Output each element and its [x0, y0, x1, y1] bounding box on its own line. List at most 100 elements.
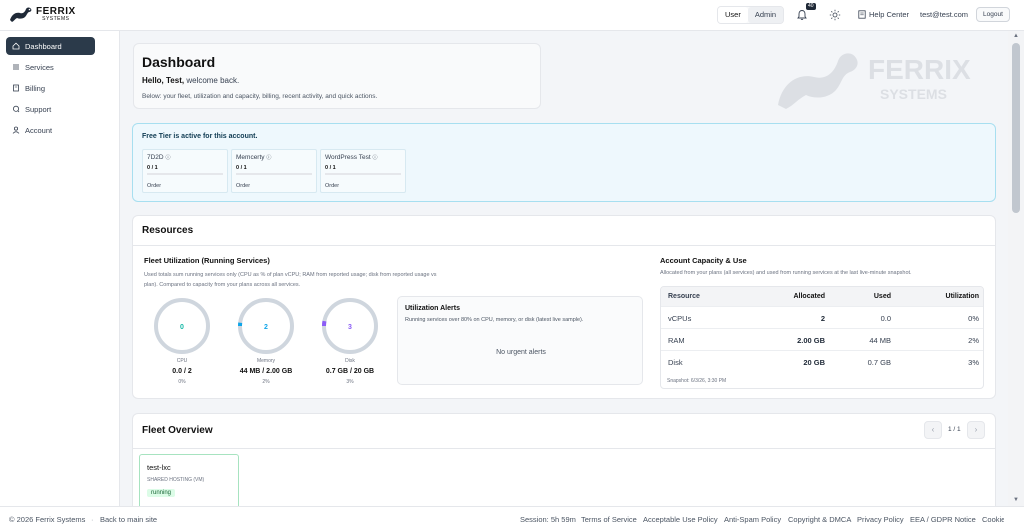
service-type: SHARED HOSTING (VM) [147, 477, 205, 483]
sidebar-item-label: Billing [25, 83, 46, 93]
scroll-down-arrow-icon[interactable]: ▼ [1012, 497, 1020, 503]
divider [133, 448, 995, 449]
scrollbar-thumb[interactable] [1012, 43, 1020, 213]
tile-name: Memcerty ⓘ [236, 154, 272, 161]
footer-separator: · [91, 515, 94, 524]
tile-count: 0 / 1 [236, 165, 247, 171]
service-card[interactable]: test-lxc SHARED HOSTING (VM) running [139, 454, 239, 506]
tile-name: 7D2D ⓘ [147, 154, 171, 161]
ring-value: 44 MB / 2.00 GB [239, 368, 293, 375]
info-icon: ⓘ [266, 155, 272, 161]
tile-name: WordPress Test ⓘ [325, 154, 378, 161]
table-row: RAM 2.00 GB 44 MB 2% [661, 329, 983, 351]
watermark-line2: SYSTEMS [880, 86, 947, 102]
sidebar-item-label: Account [25, 125, 53, 135]
welcome-message: Hello, Test, welcome back. [142, 76, 239, 85]
utilization-ring: 3 [322, 298, 378, 354]
help-center-link[interactable]: Help Center [858, 10, 909, 19]
table-header-row: Resource Allocated Used Utilization [661, 287, 983, 307]
sidebar-item-dashboard[interactable]: Dashboard [6, 37, 95, 55]
role-admin-button[interactable]: Admin [747, 7, 784, 23]
footer-link-terms[interactable]: Terms of Service [581, 515, 637, 524]
table-row: Disk 20 GB 0.7 GB 3% [661, 351, 983, 373]
snapshot-timestamp: Snapshot: 6/3/26, 3:30 PM [667, 378, 727, 384]
table-cell: 20 GB [803, 358, 825, 367]
table-cell: 2% [968, 336, 979, 345]
logout-button[interactable]: Logout [976, 7, 1010, 22]
info-icon: ⓘ [165, 155, 171, 161]
ring-label: Disk [345, 358, 355, 364]
table-cell: RAM [668, 336, 685, 345]
welcome-card: Dashboard Hello, Test, welcome back. Bel… [133, 43, 541, 109]
column-header: Allocated [793, 293, 825, 300]
fleet-overview-card: Fleet Overview ‹ 1 / 1 › test-lxc SHARED… [132, 413, 996, 506]
footer-link-cookie[interactable]: Cookie Notice [982, 515, 1004, 524]
sidebar-item-billing[interactable]: Billing [6, 79, 95, 97]
page-title: Dashboard [142, 54, 216, 70]
ring-value: 0.0 / 2 [172, 368, 192, 375]
table-cell: 44 MB [869, 336, 891, 345]
sidebar-item-label: Support [25, 104, 52, 114]
tile-order-link[interactable]: Order [147, 183, 161, 189]
scroll-up-arrow-icon[interactable]: ▲ [1012, 33, 1020, 39]
sidebar-item-services[interactable]: Services [6, 58, 95, 76]
back-to-main-link[interactable]: Back to main site [100, 515, 157, 524]
service-name: test-lxc [147, 463, 171, 472]
copyright-text: © 2026 Ferrix Systems [9, 515, 86, 524]
utilization-alerts-panel: Utilization Alerts Running services over… [397, 296, 643, 385]
user-icon [12, 126, 20, 134]
session-timer: Session: 5h 59m [520, 515, 576, 524]
footer-link-privacy[interactable]: Privacy Policy [857, 515, 904, 524]
sidebar-item-support[interactable]: Support [6, 100, 95, 118]
book-icon [858, 10, 866, 19]
tile-count: 0 / 1 [325, 165, 336, 171]
theme-toggle-icon[interactable] [829, 9, 841, 21]
sidebar-item-label: Dashboard [25, 41, 62, 51]
footer-link-gdpr[interactable]: EEA / GDPR Notice [910, 515, 976, 524]
resources-card: Resources Fleet Utilization (Running Ser… [132, 215, 996, 399]
ring-percent: 0% [178, 379, 186, 385]
footer-link-antispam[interactable]: Anti-Spam Policy [724, 515, 781, 524]
brand-subname: SYSTEMS [42, 15, 70, 22]
tile-order-link[interactable]: Order [325, 183, 339, 189]
ring-value: 0.7 GB / 20 GB [325, 368, 375, 375]
next-page-button[interactable]: › [967, 421, 985, 439]
top-bar: FERRIX SYSTEMS User Admin 40 Help Center… [0, 0, 1024, 31]
free-tier-banner: Free Tier is active for this account. 7D… [132, 123, 996, 202]
footer: © 2026 Ferrix Systems · Back to main sit… [0, 506, 1024, 529]
table-cell: 3% [968, 358, 979, 367]
table-cell: 0.0 [880, 314, 891, 323]
bell-icon[interactable] [796, 9, 808, 21]
table-cell: 0.7 GB [867, 358, 891, 367]
footer-link-aup[interactable]: Acceptable Use Policy [643, 515, 718, 524]
sidebar-item-account[interactable]: Account [6, 121, 95, 139]
receipt-icon [13, 84, 19, 92]
resources-title: Resources [142, 225, 194, 236]
ring-percent: 3% [346, 379, 354, 385]
free-tier-tile: Memcerty ⓘ 0 / 1 Order [231, 149, 317, 193]
role-switcher: User Admin [717, 6, 785, 24]
welcome-description: Below: your fleet, utilization and capac… [142, 93, 378, 100]
tile-order-link[interactable]: Order [236, 183, 250, 189]
prev-page-button[interactable]: ‹ [924, 421, 942, 439]
account-capacity-description: Allocated from your plans (all services)… [660, 270, 912, 276]
page-scrollbar[interactable]: ▲ ▼ [1008, 31, 1024, 506]
ring-center-value: 2 [264, 324, 268, 331]
watermark-line1: FERRIX [868, 54, 971, 85]
role-user-button[interactable]: User [718, 7, 748, 23]
table-row: vCPUs 2 0.0 0% [661, 307, 983, 329]
alerts-empty-message: No urgent alerts [496, 349, 546, 356]
fleet-utilization-description: Used totals sum running services only (C… [144, 272, 437, 288]
footer-link-dmca[interactable]: Copyright & DMCA [788, 515, 851, 524]
tile-progress-bar [147, 173, 223, 175]
utilization-ring: 0 [154, 298, 210, 354]
main-content: Dashboard Hello, Test, welcome back. Bel… [120, 31, 1008, 506]
tile-progress-bar [236, 173, 312, 175]
brand-logo[interactable]: FERRIX SYSTEMS [8, 4, 76, 24]
account-capacity-title: Account Capacity & Use [660, 256, 747, 265]
chat-icon [13, 105, 20, 113]
user-email: test@test.com [920, 10, 969, 19]
capacity-table: Resource Allocated Used Utilization vCPU… [660, 286, 984, 389]
fleet-utilization-title: Fleet Utilization (Running Services) [144, 256, 270, 265]
table-cell: vCPUs [668, 314, 692, 323]
